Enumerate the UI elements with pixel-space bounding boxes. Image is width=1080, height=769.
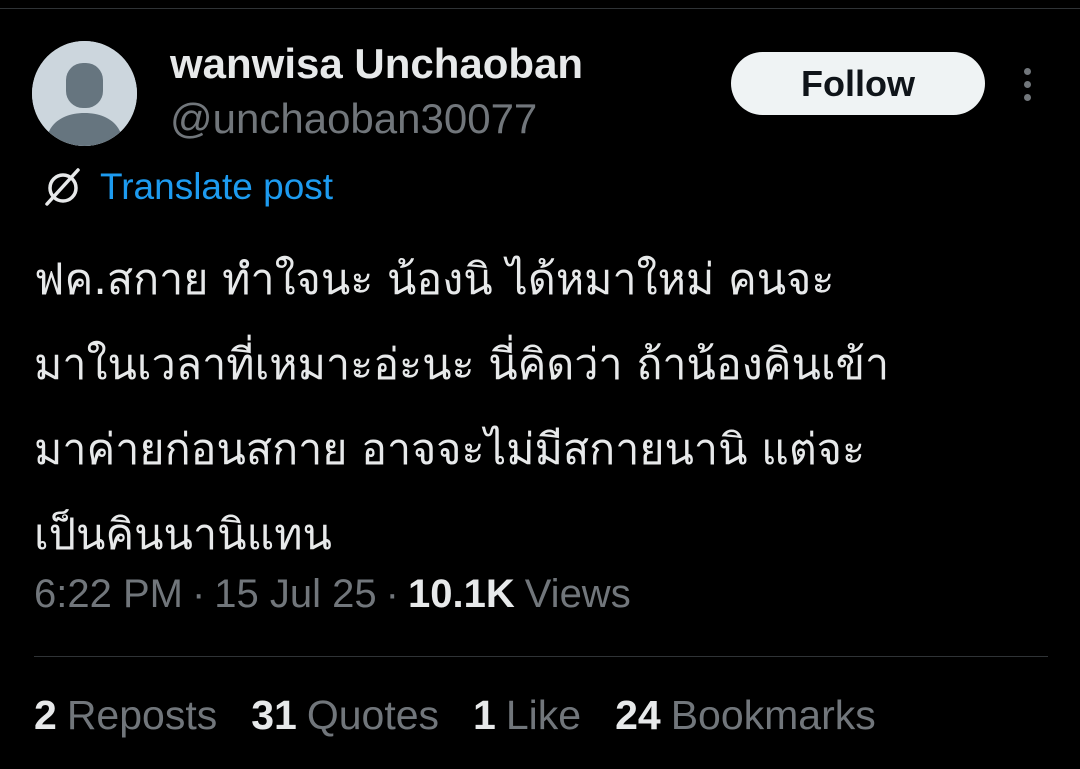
post-date[interactable]: 15 Jul 25 bbox=[214, 572, 376, 617]
top-divider bbox=[0, 8, 1080, 9]
follow-button[interactable]: Follow bbox=[731, 52, 985, 115]
bookmarks-label: Bookmarks bbox=[670, 692, 876, 738]
author-display-name[interactable]: wanwisa Unchaoban bbox=[170, 40, 583, 88]
reposts-stat[interactable]: 2 Reposts bbox=[34, 692, 217, 739]
reposts-count: 2 bbox=[34, 692, 57, 738]
post-line: ฟค.สกาย ทำใจนะ น้องนิ ได้หมาใหม่ คนจะ bbox=[34, 255, 835, 305]
author-handle[interactable]: @unchaoban30077 bbox=[170, 95, 537, 143]
engagement-stats: 2 Reposts 31 Quotes 1 Like 24 Bookmarks bbox=[34, 692, 910, 739]
post-line: มาในเวลาที่เหมาะอ่ะนะ นี่คิดว่า ถ้าน้องค… bbox=[34, 340, 890, 390]
likes-count: 1 bbox=[473, 692, 496, 738]
views-label: Views bbox=[524, 572, 631, 616]
reposts-label: Reposts bbox=[66, 692, 218, 738]
globe-slash-icon bbox=[45, 168, 80, 206]
meta-separator: · bbox=[385, 572, 399, 616]
post-time[interactable]: 6:22 PM bbox=[34, 572, 183, 617]
meta-separator: · bbox=[191, 572, 206, 616]
more-vertical-icon[interactable] bbox=[1010, 62, 1044, 106]
likes-label: Like bbox=[505, 692, 582, 738]
avatar[interactable] bbox=[32, 41, 137, 146]
post-meta: 6:22 PM · 15 Jul 25 · 10.1K Views bbox=[34, 572, 631, 617]
post-line: มาค่ายก่อนสกาย อาจจะไม่มีสกายนานิ แต่จะ bbox=[34, 425, 866, 475]
stats-divider bbox=[34, 656, 1048, 657]
post-line: เป็นคินนานิแทน bbox=[34, 510, 332, 560]
translate-post-label: Translate post bbox=[100, 166, 334, 207]
post-body: ฟค.สกาย ทำใจนะ น้องนิ ได้หมาใหม่ คนจะ มา… bbox=[34, 238, 1059, 578]
likes-stat[interactable]: 1 Like bbox=[473, 692, 581, 739]
views-count: 10.1K bbox=[407, 572, 515, 616]
bookmarks-count: 24 bbox=[615, 692, 661, 738]
quotes-stat[interactable]: 31 Quotes bbox=[251, 692, 439, 739]
default-avatar-icon bbox=[32, 41, 137, 146]
quotes-count: 31 bbox=[251, 692, 297, 738]
translate-post-link[interactable]: Translate post bbox=[40, 164, 333, 210]
quotes-label: Quotes bbox=[306, 692, 440, 738]
bookmarks-stat[interactable]: 24 Bookmarks bbox=[615, 692, 876, 739]
